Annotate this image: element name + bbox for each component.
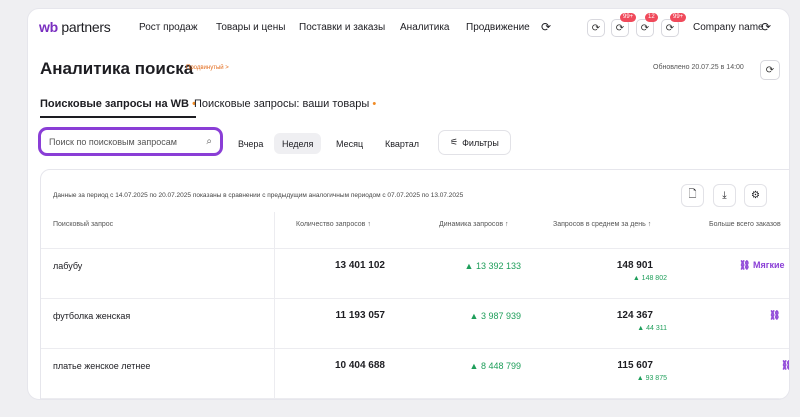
query-cell[interactable]: лабубу xyxy=(53,261,82,271)
count-cell: 11 193 057 xyxy=(335,310,386,321)
avg-cell: 124 367 xyxy=(616,310,653,321)
filters-label: Фильтры xyxy=(462,137,499,148)
tab-your-products[interactable]: Поисковые запросы: ваши товары • xyxy=(194,98,376,110)
row-divider xyxy=(41,248,789,249)
col-more-orders[interactable]: Больше всего заказов xyxy=(709,221,781,228)
search-box[interactable]: ⌕ xyxy=(38,127,223,156)
logo-text: partners xyxy=(57,19,111,35)
period-week[interactable]: Неделя xyxy=(274,133,322,154)
breadcrumb[interactable]: Продвинутый > xyxy=(186,65,229,71)
app-window: wb partners Рост продаж Товары и цены По… xyxy=(27,8,790,400)
notification-badge: 99+ xyxy=(620,13,637,22)
switch-company-icon[interactable]: ⟳ xyxy=(761,20,771,34)
tab-dot: • xyxy=(372,98,377,110)
col-dynamics[interactable]: Динамика запросов ↑ xyxy=(439,221,509,228)
sync-icon[interactable]: ⟳ xyxy=(587,19,605,37)
export-file-icon[interactable]: 🗋 xyxy=(681,184,704,207)
period-quarter[interactable]: Квартал xyxy=(377,133,427,154)
row-divider xyxy=(41,298,789,299)
logo-wb: wb xyxy=(39,19,58,35)
search-icon[interactable]: ⌕ xyxy=(206,136,212,147)
updated-timestamp: Обновлено 20.07.25 в 14:00 xyxy=(653,64,744,71)
tab-wb-queries[interactable]: Поисковые запросы на WB • xyxy=(40,98,196,118)
tab-label: Поисковые запросы на WB xyxy=(40,98,190,110)
nav-item-products[interactable]: Товары и цены xyxy=(216,22,285,33)
nav-item-promotion[interactable]: Продвижение xyxy=(466,22,530,33)
settings-gear-icon[interactable]: ⚙ xyxy=(744,184,767,207)
more-orders-cell[interactable]: ⛓ xyxy=(781,360,789,371)
count-cell: 10 404 688 xyxy=(334,360,385,371)
more-orders-cell[interactable]: ⛓ xyxy=(769,310,780,321)
nav-item-supplies[interactable]: Поставки и заказы xyxy=(299,22,385,33)
tab-label: Поисковые запросы: ваши товары xyxy=(194,98,370,110)
top-nav: wb partners Рост продаж Товары и цены По… xyxy=(28,9,789,47)
query-cell[interactable]: футболка женская xyxy=(53,311,130,321)
avg-delta: ▲ 148 802 xyxy=(632,275,667,282)
messages-icon[interactable]: ⟳ 12 xyxy=(636,13,658,37)
query-cell[interactable]: платье женское летнее xyxy=(53,361,150,371)
results-card: Данные за период с 14.07.2025 по 20.07.2… xyxy=(40,169,789,399)
refresh-icon[interactable]: ⟳ xyxy=(541,20,551,34)
more-orders-link[interactable]: Мягкие xyxy=(753,260,785,270)
more-orders-cell[interactable]: ⛓ Мягкие xyxy=(739,260,785,271)
filters-icon: ⚟ xyxy=(450,137,459,147)
col-query[interactable]: Поисковый запрос xyxy=(53,221,113,228)
avg-cell: 115 607 xyxy=(617,360,653,371)
dynamics-cell: ▲ 3 987 939 xyxy=(469,311,521,321)
col-count[interactable]: Количество запросов ↑ xyxy=(296,221,371,228)
dynamics-cell: ▲ 13 392 133 xyxy=(464,261,521,271)
column-divider xyxy=(274,212,275,399)
logo[interactable]: wb partners xyxy=(39,19,111,35)
count-cell: 13 401 102 xyxy=(334,260,385,271)
tasks-icon[interactable]: ⟳ 99+ xyxy=(661,13,687,37)
avg-delta: ▲ 44 311 xyxy=(637,325,667,332)
link-icon: ⛓ xyxy=(781,360,789,370)
period-yesterday[interactable]: Вчера xyxy=(230,133,271,154)
download-icon[interactable]: ⤓ xyxy=(713,184,736,207)
row-divider xyxy=(41,348,789,349)
search-input[interactable] xyxy=(49,136,207,147)
filters-button[interactable]: ⚟ Фильтры xyxy=(438,130,511,155)
notifications-icon[interactable]: ⟳ 99+ xyxy=(611,13,637,37)
company-name[interactable]: Company name xyxy=(693,22,764,33)
nav-item-growth[interactable]: Рост продаж xyxy=(139,22,198,33)
period-note: Данные за период с 14.07.2025 по 20.07.2… xyxy=(53,192,464,199)
messages-badge: 12 xyxy=(645,13,658,22)
link-icon: ⛓ xyxy=(739,260,751,270)
link-icon: ⛓ xyxy=(769,310,781,320)
period-month[interactable]: Месяц xyxy=(328,133,371,154)
col-avg[interactable]: Запросов в среднем за день ↑ xyxy=(553,221,651,228)
refresh-data-icon[interactable]: ⟳ xyxy=(760,60,780,80)
dynamics-cell: ▲ 8 448 799 xyxy=(469,361,521,371)
avg-delta: ▲ 93 875 xyxy=(636,375,667,382)
nav-item-analytics[interactable]: Аналитика xyxy=(400,22,450,33)
page-title: Аналитика поиска xyxy=(40,59,194,78)
tasks-badge: 99+ xyxy=(670,13,687,22)
avg-cell: 148 901 xyxy=(616,260,653,271)
row-divider xyxy=(41,398,789,399)
